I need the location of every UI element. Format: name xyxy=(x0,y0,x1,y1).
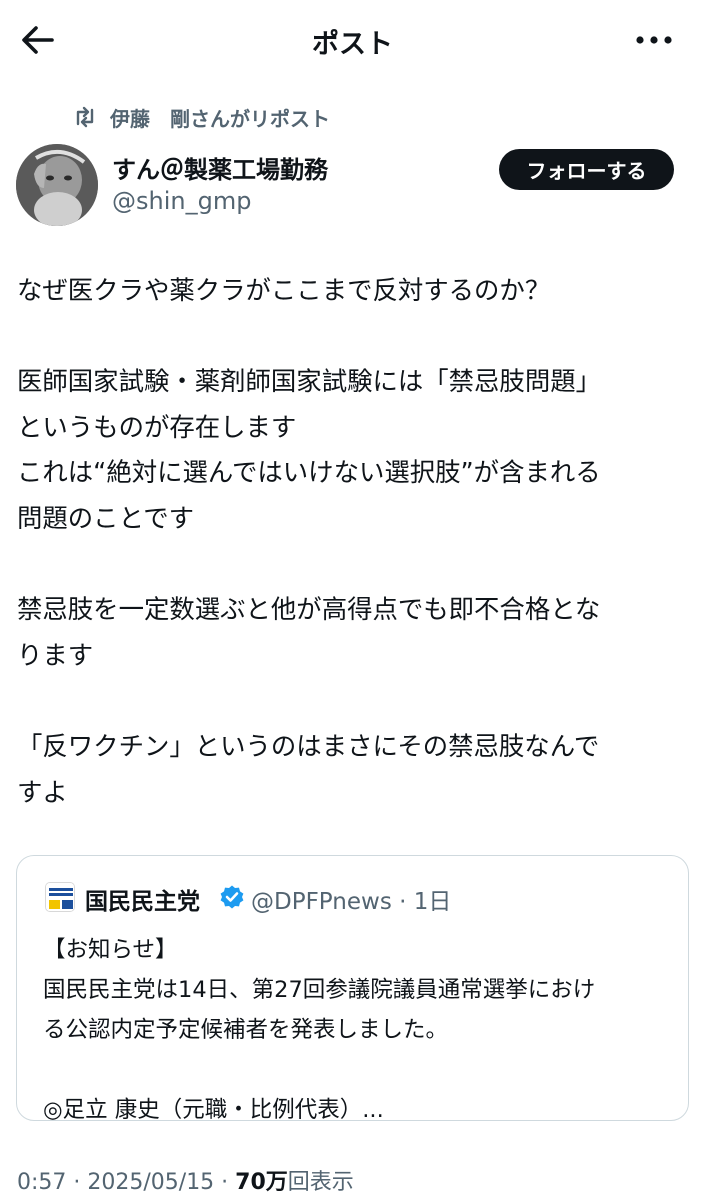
quote-line: 【お知らせ】 xyxy=(43,937,178,963)
avatar[interactable] xyxy=(16,144,98,226)
post-line: すよ xyxy=(17,776,68,807)
post-line: 「反ワクチン」というのはまさにその禁忌肢なんで xyxy=(17,730,600,761)
quoted-post[interactable]: 国民民主党 @DPFPnews · 1日 【お知らせ】 国民民主党は14日、第2… xyxy=(16,855,689,1123)
follow-button[interactable]: フォローする xyxy=(499,149,674,190)
post-text: なぜ医クラや薬クラがここまで反対するのか？ 医師国家試験・薬剤師国家試験には「禁… xyxy=(17,268,689,815)
post-line: 医師国家試験・薬剤師国家試験には「禁忌肢問題」 xyxy=(17,366,601,397)
post-line: 禁忌肢を一定数選ぶと他が高得点でも即不合格とな xyxy=(17,594,601,625)
quote-line: 国民民主党は14日、第27回参議院議員通常選挙におけ xyxy=(43,977,596,1003)
post-line: というものが存在します xyxy=(17,411,297,442)
post-timestamp[interactable]: 0:57 · 2025/05/15 · xyxy=(17,1170,235,1195)
page-title: ポスト xyxy=(312,29,393,60)
post-line xyxy=(17,678,689,724)
author-handle[interactable]: @shin_gmp xyxy=(112,187,251,215)
quote-text: 【お知らせ】 国民民主党は14日、第27回参議院議員通常選挙におけ る公認内定予… xyxy=(43,930,673,1130)
quote-line: る公認内定予定候補者を発表しました。 xyxy=(43,1017,449,1043)
quote-author-name: 国民民主党 xyxy=(85,889,200,915)
post-line: ります xyxy=(17,639,94,670)
quote-line xyxy=(43,1050,673,1090)
repost-indicator[interactable]: 伊藤 剛さんがリポスト xyxy=(72,102,330,132)
verified-badge-icon xyxy=(220,885,244,909)
quote-line: ◎足立 康史（元職・比例代表）... xyxy=(43,1097,384,1123)
views-label: 回表示 xyxy=(287,1170,354,1195)
post-line: なぜ医クラや薬クラがここまで反対するのか？ xyxy=(17,275,551,305)
repost-label: 伊藤 剛さんがリポスト xyxy=(110,106,330,131)
quote-handle-time: @DPFPnews · 1日 xyxy=(251,889,452,915)
party-logo-icon xyxy=(46,883,74,911)
post-meta: 0:57 · 2025/05/15 · 70万回表示 xyxy=(17,1164,354,1196)
repost-icon xyxy=(76,106,94,128)
more-horizontal-icon xyxy=(636,36,672,44)
post-line xyxy=(17,314,689,360)
top-bar: ポスト xyxy=(0,0,705,80)
avatar-image xyxy=(16,144,98,226)
more-button[interactable] xyxy=(632,26,676,54)
post-line: これは“絶対に選んではいけない選択肢”が含まれる xyxy=(17,457,601,488)
author-name[interactable]: すん＠製薬工場勤務 xyxy=(112,150,328,185)
post-line: 問題のことです xyxy=(17,502,194,533)
post-line xyxy=(17,542,689,588)
views-count: 70万 xyxy=(235,1170,288,1195)
post-page: ポスト 伊藤 剛さんがリポスト すん＠製薬工場勤務 @shin_gmp フォロー… xyxy=(0,0,705,1200)
quote-avatar xyxy=(45,882,75,912)
